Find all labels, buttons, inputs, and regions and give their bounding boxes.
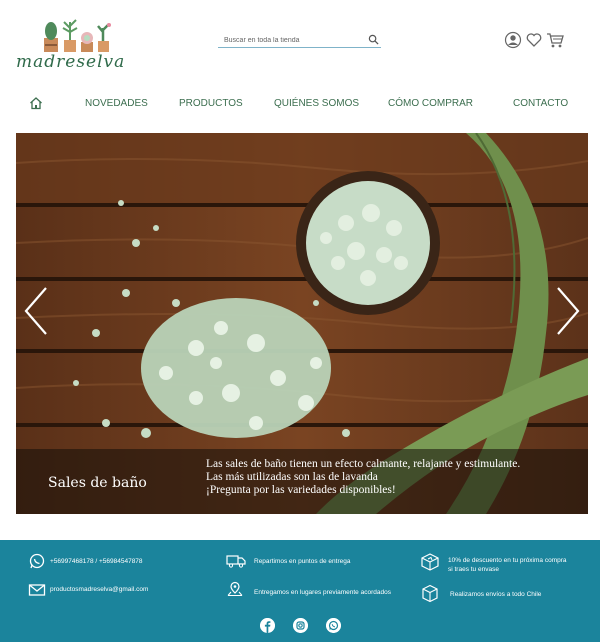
package-icon [422, 584, 438, 603]
nav-item-novedades[interactable]: NOVEDADES [85, 98, 148, 109]
hero-line-1: Las sales de baño tienen un efecto calma… [206, 458, 521, 470]
hero-caption: Sales de baño Las sales de baño tienen u… [16, 449, 588, 514]
site-footer: +56997468178 / +56984547878 productosmad… [0, 540, 600, 642]
search-input[interactable] [218, 33, 363, 47]
nav-item-quienes-somos[interactable]: QUIÉNES SOMOS [274, 98, 359, 109]
site-header: madreselva [0, 0, 600, 85]
recycle-box-icon [421, 553, 439, 571]
footer-delivery-places: Entregamos en lugares previamente acorda… [254, 589, 391, 596]
delivery-truck-icon [226, 555, 246, 568]
plants-illustration [44, 19, 111, 52]
whatsapp-social-icon[interactable] [326, 618, 341, 633]
footer-delivery-points: Repartimos en puntos de entrega [254, 558, 351, 565]
search-box [218, 33, 381, 48]
footer-shipping: Realizamos envíos a todo Chile [450, 591, 542, 598]
hero-line-2: Las más utilizadas son las de lavanda [206, 471, 378, 483]
instagram-icon[interactable] [293, 618, 308, 633]
facebook-icon[interactable] [260, 618, 275, 633]
heart-icon[interactable] [525, 31, 543, 49]
hero-title: Sales de baño [48, 475, 147, 491]
carousel-next-arrow[interactable] [554, 286, 582, 336]
footer-discount-line-1: 10% de descuento en tu próxima compra [448, 557, 567, 564]
user-icon[interactable] [504, 31, 522, 49]
home-icon[interactable] [29, 96, 43, 110]
search-icon[interactable] [368, 34, 379, 45]
carousel-prev-arrow[interactable] [22, 286, 50, 336]
hero-carousel: Sales de baño Las sales de baño tienen u… [16, 133, 588, 514]
footer-email[interactable]: productosmadreselva@gmail.com [50, 586, 148, 594]
footer-phone: +56997468178 / +56984547878 [50, 558, 143, 565]
logo-wordmark: madreselva [16, 52, 126, 72]
mail-icon [28, 584, 46, 596]
brand-logo[interactable]: madreselva [14, 14, 154, 72]
nav-item-como-comprar[interactable]: CÓMO COMPRAR [388, 98, 473, 109]
nav-item-contacto[interactable]: CONTACTO [513, 98, 568, 109]
main-nav: NOVEDADES PRODUCTOS QUIÉNES SOMOS CÓMO C… [0, 92, 600, 118]
nav-item-productos[interactable]: PRODUCTOS [179, 98, 243, 109]
hero-line-3: ¡Pregunta por las variedades disponibles… [206, 484, 396, 496]
cart-icon[interactable] [546, 31, 564, 49]
map-pin-icon [227, 581, 243, 597]
footer-discount-line-2: si traes tu envase [448, 566, 499, 573]
whatsapp-icon [29, 553, 45, 569]
